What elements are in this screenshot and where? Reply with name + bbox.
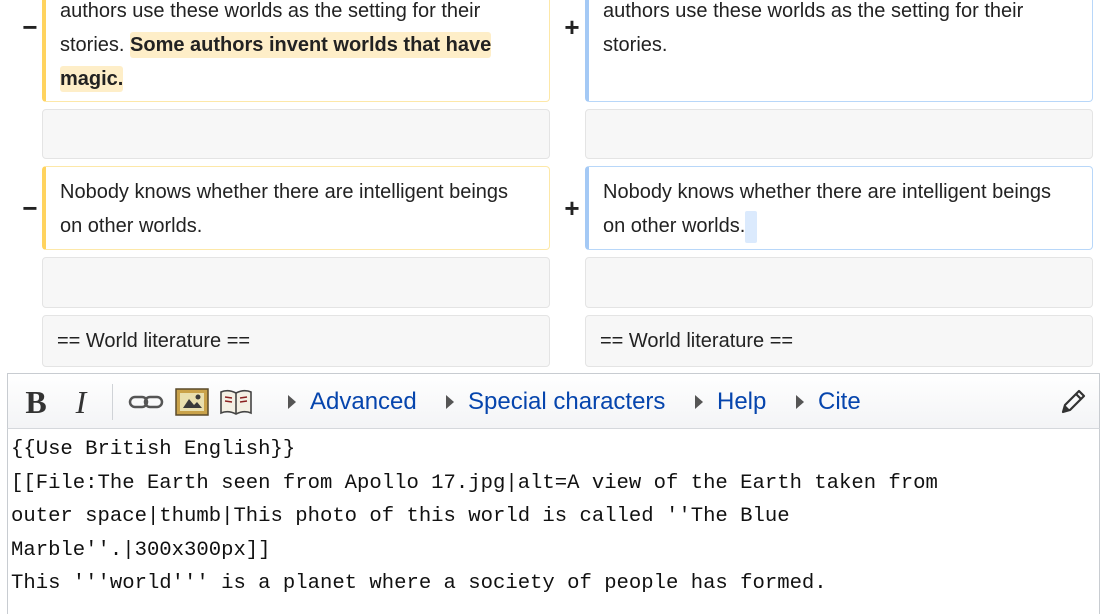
added-paragraph-box: Nobody knows whether there are intellige…: [585, 166, 1093, 250]
context-heading-text: == World literature ==: [600, 330, 794, 352]
deleted-paragraph-box: authors use these worlds as the setting …: [42, 0, 550, 102]
toolbar-separator: [112, 384, 113, 420]
menu-label: Cite: [818, 388, 861, 415]
menu-cite[interactable]: Cite: [796, 374, 861, 430]
italic-button[interactable]: I: [66, 374, 96, 430]
bold-button[interactable]: B: [20, 374, 52, 430]
menu-special-characters[interactable]: Special characters: [446, 374, 665, 430]
minus-marker: −: [22, 193, 38, 223]
context-heading-line: == World literature ==: [42, 315, 550, 367]
triangle-right-icon: [288, 395, 296, 409]
added-line: stories.: [603, 34, 668, 56]
triangle-right-icon: [446, 395, 454, 409]
menu-label: Special characters: [468, 388, 666, 415]
context-empty-line: [585, 257, 1093, 308]
menu-help[interactable]: Help: [695, 374, 766, 430]
context-empty-line: [42, 109, 550, 159]
context-empty-line: [42, 257, 550, 308]
deleted-line: authors use these worlds as the setting …: [60, 0, 481, 22]
added-paragraph-box: authors use these worlds as the setting …: [585, 0, 1093, 102]
added-whitespace-highlight: [745, 210, 758, 243]
editing-toolbar: B I Advanced Special characters Help Cit…: [7, 373, 1100, 429]
added-line: authors use these worlds as the setting …: [603, 0, 1024, 22]
deleted-line: stories. Some authors invent worlds that…: [60, 32, 492, 58]
deleted-text-highlight: Some authors invent worlds that have: [130, 32, 492, 58]
added-line: Nobody knows whether there are intellige…: [603, 181, 1052, 203]
editor-line: outer space|thumb|This photo of this wor…: [11, 505, 790, 529]
deleted-paragraph-box: Nobody knows whether there are intellige…: [42, 166, 550, 250]
image-icon[interactable]: [172, 374, 212, 430]
triangle-right-icon: [695, 395, 703, 409]
deleted-line: magic.: [60, 62, 535, 96]
menu-label: Advanced: [310, 388, 417, 415]
added-line: on other worlds.: [603, 209, 1078, 243]
editor-line: This '''world''' is a planet where a soc…: [11, 572, 827, 596]
editor-line: Marble''.|300x300px]]: [11, 538, 271, 562]
context-empty-line: [585, 109, 1093, 159]
deleted-line: on other worlds.: [60, 215, 203, 237]
wikitext-editor[interactable]: {{Use British English}} [[File:The Earth…: [7, 429, 1100, 614]
menu-label: Help: [717, 388, 767, 415]
context-heading-line: == World literature ==: [585, 315, 1093, 367]
plus-marker: +: [564, 12, 580, 42]
menu-advanced[interactable]: Advanced: [288, 374, 417, 430]
link-icon[interactable]: [126, 374, 166, 430]
deleted-text-highlight: magic.: [60, 66, 124, 92]
pencil-icon[interactable]: [1053, 374, 1093, 430]
plus-marker: +: [564, 193, 580, 223]
triangle-right-icon: [796, 395, 804, 409]
editor-line: [[File:The Earth seen from Apollo 17.jpg…: [11, 471, 938, 495]
deleted-line: Nobody knows whether there are intellige…: [60, 181, 509, 203]
minus-marker: −: [22, 12, 38, 42]
editor-line: {{Use British English}}: [11, 438, 296, 461]
reference-book-icon[interactable]: [216, 374, 256, 430]
context-heading-text: == World literature ==: [57, 330, 251, 352]
